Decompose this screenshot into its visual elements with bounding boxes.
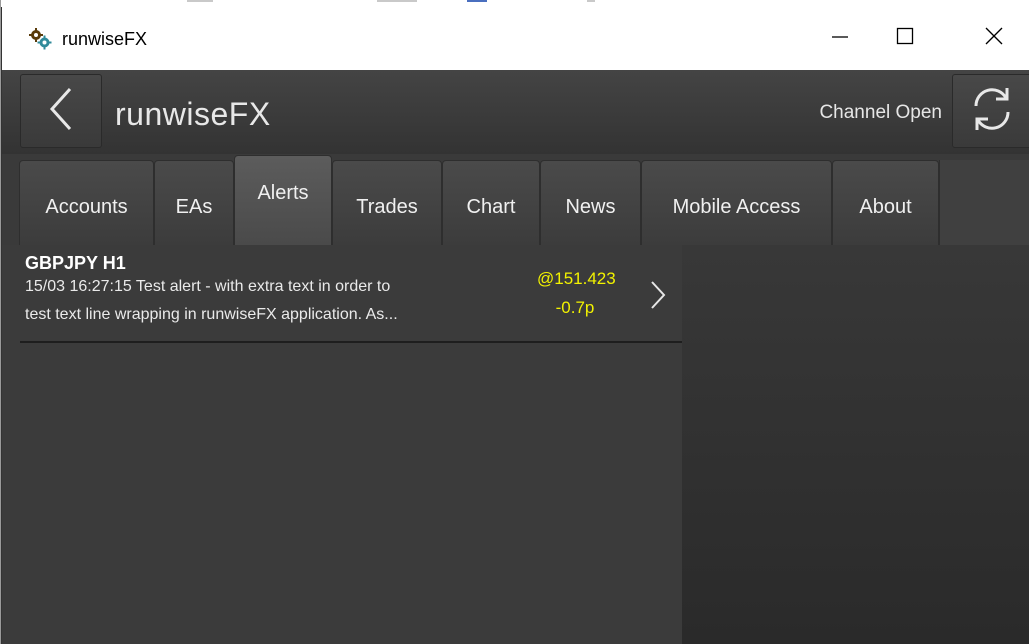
tab-chart[interactable]: Chart xyxy=(442,160,540,245)
tab-accounts[interactable]: Accounts xyxy=(19,160,154,245)
tab-about[interactable]: About xyxy=(832,160,939,245)
alert-message: 15/03 16:27:15 Test alert - with extra t… xyxy=(25,273,535,329)
tab-label: Trades xyxy=(356,195,418,218)
tab-alerts[interactable]: Alerts xyxy=(234,155,332,245)
minimize-icon xyxy=(830,26,850,51)
tab-label: Alerts xyxy=(257,182,309,204)
alerts-content: GBPJPY H1 15/03 16:27:15 Test alert - wi… xyxy=(2,245,1029,644)
tab-news[interactable]: News xyxy=(540,160,641,245)
tab-label: Mobile Access xyxy=(672,195,801,218)
tab-eas[interactable]: EAs xyxy=(154,160,234,245)
detail-pane xyxy=(682,245,1029,644)
channel-status: Channel Open xyxy=(819,102,942,123)
close-button[interactable] xyxy=(964,7,1024,70)
alert-message-line: test text line wrapping in runwiseFX app… xyxy=(25,306,398,323)
tab-bar: Accounts EAs Alerts Trades Chart News Mo… xyxy=(2,154,1029,245)
tab-label: Chart xyxy=(466,195,516,218)
maximize-button[interactable] xyxy=(875,7,935,70)
alert-message-line: 15/03 16:27:15 Test alert - with extra t… xyxy=(25,278,391,295)
window-title: runwiseFX xyxy=(62,29,148,49)
alert-symbol: GBPJPY H1 xyxy=(25,253,126,273)
chevron-left-icon xyxy=(46,86,76,137)
title-bar: runwiseFX xyxy=(2,7,1029,70)
refresh-icon xyxy=(969,84,1015,139)
list-item[interactable]: GBPJPY H1 15/03 16:27:15 Test alert - wi… xyxy=(20,249,682,343)
tab-trades[interactable]: Trades xyxy=(332,160,442,245)
app-title: runwiseFX xyxy=(115,96,271,132)
background-window-strip xyxy=(1,0,1029,7)
refresh-button[interactable] xyxy=(952,74,1029,148)
gears-icon xyxy=(28,27,52,51)
tab-mobile-access[interactable]: Mobile Access xyxy=(641,160,832,245)
alert-pips: -0.7p xyxy=(555,298,595,317)
alert-price: @151.423 xyxy=(537,269,616,288)
tab-bar-filler xyxy=(939,160,1029,245)
tab-label: News xyxy=(565,195,616,218)
tab-label: EAs xyxy=(175,195,213,218)
maximize-icon xyxy=(895,26,915,51)
close-icon xyxy=(984,26,1004,51)
app-window: runwiseFX runwiseFX Channel Open Account… xyxy=(0,0,1029,644)
chevron-right-icon[interactable] xyxy=(648,279,668,311)
app-header: runwiseFX Channel Open xyxy=(2,70,1029,154)
minimize-button[interactable] xyxy=(810,7,870,70)
tab-label: Accounts xyxy=(45,195,128,218)
alerts-list[interactable]: GBPJPY H1 15/03 16:27:15 Test alert - wi… xyxy=(2,245,682,644)
tab-label: About xyxy=(859,195,912,218)
back-button[interactable] xyxy=(20,74,102,148)
